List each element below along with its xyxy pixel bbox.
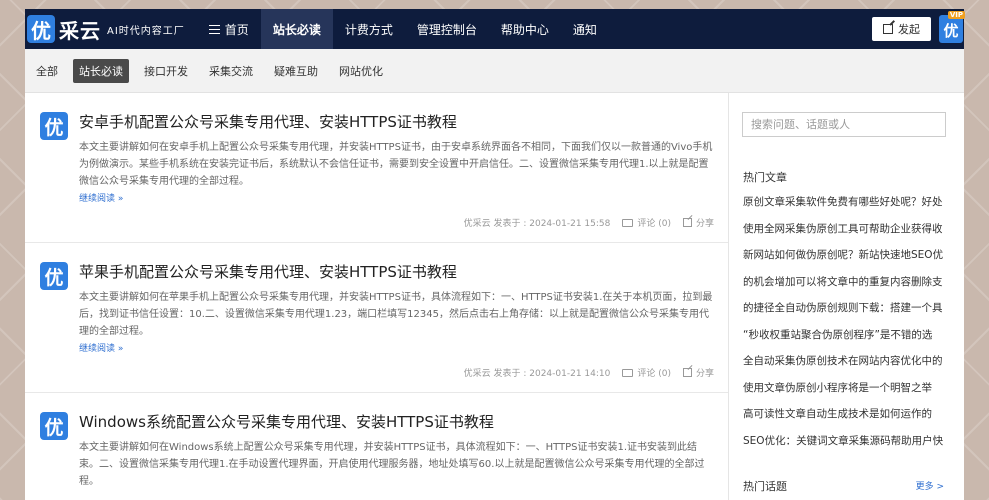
list-item[interactable]: 新网站如何做伪原创呢？新站快速地SEO优	[743, 247, 952, 274]
sidebar: 热门文章 原创文章采集软件免费有哪些好处呢？好处 使用全网采集伪原创工具可帮助企…	[728, 93, 964, 500]
nav-home[interactable]: 首页	[197, 9, 261, 49]
main-nav: 首页 站长必读 计费方式 管理控制台 帮助中心 通知	[197, 9, 609, 49]
read-more-link[interactable]: 继续阅读 »	[79, 191, 123, 204]
tab-scraping[interactable]: 采集交流	[203, 59, 259, 83]
article-title[interactable]: 安卓手机配置公众号采集专用代理、安装HTTPS证书教程	[79, 111, 457, 132]
article-avatar: 优	[40, 412, 68, 440]
article-title[interactable]: Windows系统配置公众号采集专用代理、安装HTTPS证书教程	[79, 411, 494, 432]
comment-icon	[622, 218, 634, 227]
comment-icon	[622, 368, 634, 377]
read-more-link[interactable]: 继续阅读 »	[79, 341, 123, 354]
site-logo[interactable]: 优 采云 AI时代内容工厂	[25, 9, 185, 49]
list-item[interactable]: 的捷径全自动伪原创规则下载：搭建一个具	[743, 300, 952, 327]
share-icon	[682, 368, 692, 377]
logo-slogan: AI时代内容工厂	[107, 25, 185, 37]
article-title[interactable]: 苹果手机配置公众号采集专用代理、安装HTTPS证书教程	[79, 261, 457, 282]
list-item[interactable]: 高可读性文章自动生成技术是如何运作的	[743, 406, 952, 433]
article-meta: 优采云 发表于 : 2024-01-21 14:10 评论 (0) 分享	[464, 366, 714, 379]
tab-seo[interactable]: 网站优化	[333, 59, 389, 83]
nav-notifications[interactable]: 通知	[561, 9, 609, 49]
article-avatar: 优	[40, 262, 68, 290]
article-item: 优 苹果手机配置公众号采集专用代理、安装HTTPS证书教程 本文主要讲解如何在苹…	[25, 243, 728, 393]
share-icon	[682, 218, 692, 227]
article-avatar: 优	[40, 112, 68, 140]
main-content: 优 安卓手机配置公众号采集专用代理、安装HTTPS证书教程 本文主要讲解如何在安…	[25, 93, 964, 500]
post-button[interactable]: 发起	[872, 17, 931, 41]
comment-link[interactable]: 评论 (0)	[637, 216, 671, 229]
nav-home-label: 首页	[224, 22, 249, 37]
logo-text: 采云	[59, 18, 101, 43]
list-item[interactable]: 原创文章采集软件免费有哪些好处呢？好处	[743, 194, 952, 221]
list-item[interactable]: “秒收权重站聚合伪原创程序”是不错的选	[743, 327, 952, 354]
tab-all[interactable]: 全部	[30, 59, 64, 83]
tab-troubleshooting[interactable]: 疑难互助	[268, 59, 324, 83]
logo-badge: 优	[27, 15, 55, 43]
edit-icon	[883, 24, 893, 34]
menu-icon	[208, 24, 220, 34]
avatar-letter: 优	[943, 22, 959, 40]
share-link[interactable]: 分享	[696, 366, 714, 379]
nav-help-center[interactable]: 帮助中心	[489, 9, 561, 49]
tab-webmaster-must-read[interactable]: 站长必读	[73, 58, 129, 83]
article-summary: 本文主要讲解如何在安卓手机上配置公众号采集专用代理，并安装HTTPS证书，由于安…	[79, 142, 713, 187]
article-list: 优 安卓手机配置公众号采集专用代理、安装HTTPS证书教程 本文主要讲解如何在安…	[25, 93, 728, 500]
top-navbar: 优 采云 AI时代内容工厂 首页 站长必读 计费方式 管理控制台 帮助中心 通知…	[25, 9, 965, 49]
hot-articles-list: 原创文章采集软件免费有哪些好处呢？好处 使用全网采集伪原创工具可帮助企业获得收 …	[743, 194, 952, 459]
list-item[interactable]: SEO优化：关键词文章采集源码帮助用户快	[743, 433, 952, 460]
tab-api-dev[interactable]: 接口开发	[138, 59, 194, 83]
article-author-date: 优采云 发表于 : 2024-01-21 15:58	[463, 219, 611, 229]
share-link[interactable]: 分享	[696, 216, 714, 229]
article-summary: 本文主要讲解如何在苹果手机上配置公众号采集专用代理，并安装HTTPS证书，具体流…	[79, 292, 713, 337]
article-item: 优 Windows系统配置公众号采集专用代理、安装HTTPS证书教程 本文主要讲…	[25, 393, 728, 500]
comment-link[interactable]: 评论 (0)	[637, 366, 671, 379]
nav-pricing[interactable]: 计费方式	[333, 9, 405, 49]
list-item[interactable]: 的机会增加可以将文章中的重复内容删除支	[743, 274, 952, 301]
article-summary: 本文主要讲解如何在Windows系统上配置公众号采集专用代理，并安装HTTPS证…	[79, 442, 705, 487]
user-avatar[interactable]: 优 VIP	[939, 11, 965, 43]
more-topics-link[interactable]: 更多 >	[916, 479, 944, 492]
list-item[interactable]: 全自动采集伪原创技术在网站内容优化中的	[743, 353, 952, 380]
article-item: 优 安卓手机配置公众号采集专用代理、安装HTTPS证书教程 本文主要讲解如何在安…	[25, 93, 728, 243]
vip-badge: VIP	[947, 11, 965, 19]
hot-topics-title: 热门话题	[743, 480, 787, 493]
search-input[interactable]	[742, 112, 946, 137]
list-item[interactable]: 使用文章伪原创小程序将是一个明智之举	[743, 380, 952, 407]
hot-articles-title: 热门文章	[743, 171, 787, 184]
article-meta: 优采云 发表于 : 2024-01-21 15:58 评论 (0) 分享	[464, 216, 714, 229]
post-button-label: 发起	[898, 23, 920, 36]
nav-webmaster-must-read[interactable]: 站长必读	[260, 9, 333, 49]
nav-console[interactable]: 管理控制台	[405, 9, 489, 49]
category-tabs: 全部 站长必读 接口开发 采集交流 疑难互助 网站优化	[25, 49, 964, 93]
article-author-date: 优采云 发表于 : 2024-01-21 14:10	[463, 369, 611, 379]
list-item[interactable]: 使用全网采集伪原创工具可帮助企业获得收	[743, 221, 952, 248]
